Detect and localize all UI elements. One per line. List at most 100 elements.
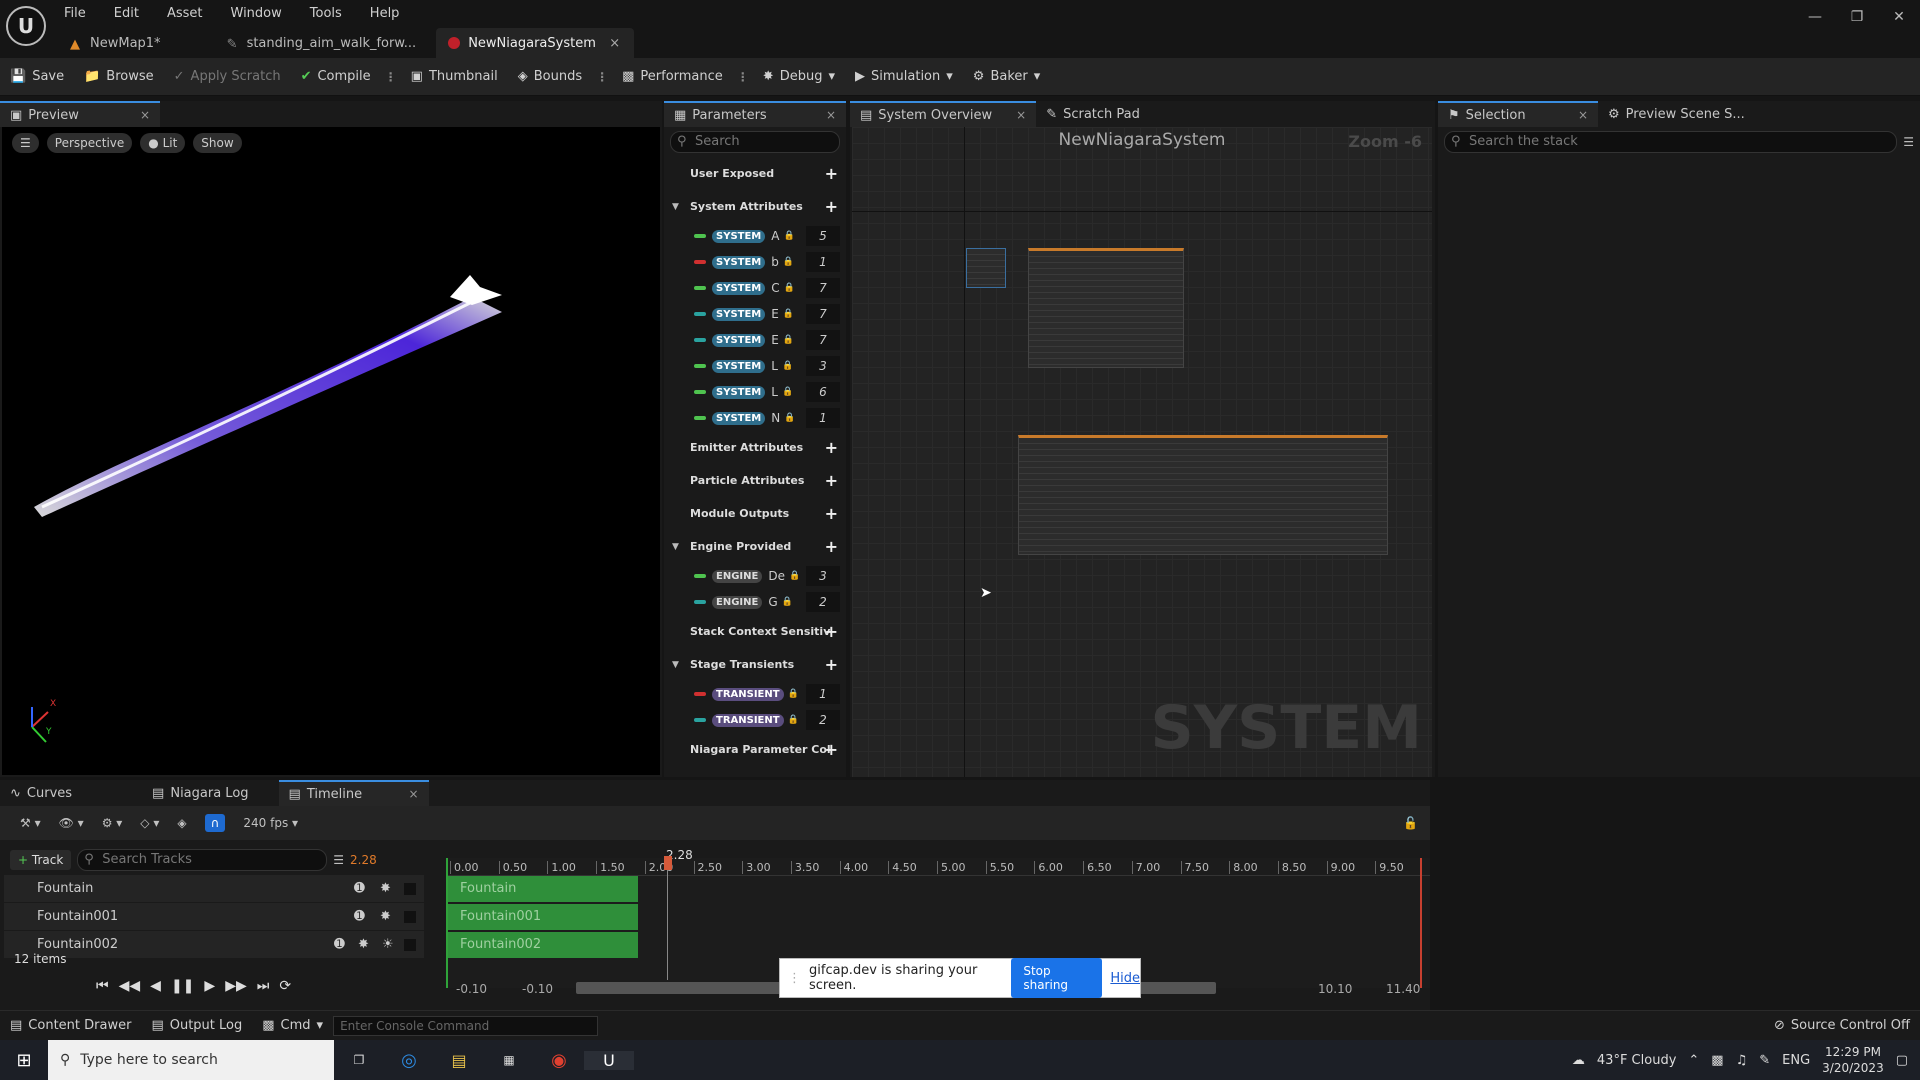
parameter-row[interactable]: TRANSIENT 🔒 2 bbox=[664, 707, 846, 733]
close-window-icon[interactable]: ✕ bbox=[1878, 9, 1920, 25]
doc-tab-animation[interactable]: ✎ standing_aim_walk_forw... bbox=[215, 28, 431, 58]
volume-icon[interactable]: ♫ bbox=[1736, 1053, 1748, 1068]
filter-icon[interactable]: ☰ bbox=[333, 853, 344, 867]
current-time-display[interactable]: 2.28 bbox=[350, 853, 377, 867]
cmd-dropdown[interactable]: ▩ Cmd ▾ bbox=[252, 1007, 333, 1045]
parameter-row[interactable]: ENGINE De 🔒 3 bbox=[664, 563, 846, 589]
parameter-row[interactable]: SYSTEM E 🔒 7 bbox=[664, 327, 846, 353]
simulation-button[interactable]: ▶ Simulation ▾ bbox=[845, 58, 963, 96]
notifications-icon[interactable]: ▢ bbox=[1896, 1053, 1908, 1068]
fps-dropdown[interactable]: 240 fps ▾ bbox=[243, 816, 298, 830]
close-tab-icon[interactable]: × bbox=[1578, 108, 1588, 122]
view-end[interactable]: 10.10 bbox=[1318, 982, 1352, 996]
track-clip-fountain002[interactable]: Fountain002 bbox=[448, 932, 638, 958]
output-log-button[interactable]: ▤ Output Log bbox=[141, 1007, 252, 1045]
menu-file[interactable]: File bbox=[64, 6, 86, 21]
parameter-row[interactable]: SYSTEM L 🔒 3 bbox=[664, 353, 846, 379]
collapse-icon[interactable]: ▼ bbox=[672, 660, 679, 670]
performance-options-icon[interactable]: ⋮ bbox=[733, 70, 753, 84]
add-parameter-icon[interactable]: + bbox=[825, 537, 838, 556]
apply-scratch-button[interactable]: ✓ Apply Scratch bbox=[164, 58, 291, 96]
language-indicator[interactable]: ENG bbox=[1782, 1053, 1810, 1068]
browse-button[interactable]: 📁 Browse bbox=[74, 58, 164, 96]
close-tab-icon[interactable]: × bbox=[408, 787, 418, 801]
tab-curves[interactable]: ∿ Curves bbox=[0, 780, 82, 806]
hide-link[interactable]: Hide bbox=[1110, 971, 1140, 986]
add-parameter-icon[interactable]: + bbox=[825, 438, 838, 457]
tab-system-overview[interactable]: ▤ System Overview × bbox=[850, 101, 1037, 127]
system-graph-canvas[interactable]: NewNiagaraSystem Zoom -6 SYSTEM ➤ bbox=[852, 127, 1432, 777]
visibility-icon[interactable]: 👁 ▾ bbox=[59, 816, 84, 830]
pen-icon[interactable]: ✎ bbox=[1759, 1053, 1770, 1068]
playhead-handle[interactable] bbox=[664, 856, 672, 870]
close-tab-icon[interactable]: × bbox=[609, 36, 620, 51]
lock-icon[interactable]: 🔓 bbox=[1403, 816, 1418, 830]
tab-timeline[interactable]: ▤ Timeline × bbox=[278, 780, 429, 806]
jump-start-icon[interactable]: ⏮ bbox=[96, 978, 109, 994]
color-swatch[interactable] bbox=[404, 938, 416, 951]
track-row[interactable]: Fountain002 ➊ ✸ ☀ bbox=[4, 931, 424, 959]
range-start[interactable]: -0.10 bbox=[456, 982, 487, 996]
tab-selection[interactable]: ⚑ Selection × bbox=[1438, 101, 1598, 127]
tab-niagara-log[interactable]: ▤ Niagara Log bbox=[142, 780, 258, 806]
parameter-row[interactable]: SYSTEM L 🔒 6 bbox=[664, 379, 846, 405]
snap-magnet-icon[interactable]: ∩ bbox=[204, 814, 226, 832]
filter-icon[interactable]: ☰ bbox=[1903, 135, 1914, 149]
network-icon[interactable]: ▩ bbox=[1711, 1053, 1723, 1068]
light-bulb-icon[interactable]: ☀ bbox=[382, 937, 394, 952]
add-parameter-icon[interactable]: + bbox=[825, 740, 838, 759]
restore-icon[interactable]: ❐ bbox=[1836, 9, 1878, 25]
windows-start-icon[interactable]: ⊞ bbox=[0, 1050, 48, 1071]
keyframe-icon[interactable]: ◈ bbox=[177, 816, 186, 830]
collapse-icon[interactable]: ▼ bbox=[672, 202, 679, 212]
task-view-icon[interactable]: ❐ bbox=[334, 1053, 384, 1067]
parameter-row[interactable]: SYSTEM E 🔒 7 bbox=[664, 301, 846, 327]
add-parameter-icon[interactable]: + bbox=[825, 471, 838, 490]
close-tab-icon[interactable]: × bbox=[1016, 108, 1026, 122]
pause-icon[interactable]: ❚❚ bbox=[171, 978, 194, 994]
store-icon[interactable]: ▦ bbox=[484, 1053, 534, 1067]
color-swatch[interactable] bbox=[404, 910, 416, 923]
isolate-icon[interactable]: ✸ bbox=[380, 881, 391, 896]
drag-handle-icon[interactable]: ⋮ bbox=[788, 971, 801, 986]
parameter-row[interactable]: SYSTEM b 🔒 1 bbox=[664, 249, 846, 275]
minimize-icon[interactable]: — bbox=[1794, 9, 1836, 25]
key-icon[interactable]: ◇ ▾ bbox=[140, 816, 159, 830]
tab-scratch-pad[interactable]: ✎ Scratch Pad bbox=[1036, 101, 1150, 127]
tab-preview[interactable]: ▣ Preview × bbox=[0, 101, 160, 127]
add-parameter-icon[interactable]: + bbox=[825, 655, 838, 674]
menu-tools[interactable]: Tools bbox=[310, 6, 342, 21]
step-back-icon[interactable]: ◀ bbox=[150, 978, 161, 994]
category-system-attributes[interactable]: ▼ System Attributes + bbox=[664, 190, 846, 223]
stack-search-input[interactable]: ⚲ Search the stack bbox=[1444, 131, 1898, 153]
category-niagara-parameter-collection[interactable]: Niagara Parameter Col + bbox=[664, 733, 846, 766]
category-stage-transients[interactable]: ▼ Stage Transients + bbox=[664, 648, 846, 681]
category-emitter-attributes[interactable]: Emitter Attributes + bbox=[664, 431, 846, 464]
emitter-node-group-1[interactable] bbox=[1028, 248, 1184, 368]
category-user-exposed[interactable]: User Exposed + bbox=[664, 157, 846, 190]
view-start[interactable]: -0.10 bbox=[522, 982, 553, 996]
isolate-icon[interactable]: ✸ bbox=[380, 909, 391, 924]
collapse-icon[interactable]: ▼ bbox=[672, 542, 679, 552]
close-tab-icon[interactable]: × bbox=[140, 108, 150, 122]
tab-preview-scene-settings[interactable]: ⚙ Preview Scene S... bbox=[1598, 101, 1755, 127]
playback-options-icon[interactable]: ⚙ ▾ bbox=[102, 816, 123, 830]
range-end[interactable]: 11.40 bbox=[1386, 982, 1420, 996]
preview-viewport[interactable]: ☰ Perspective ● Lit Show X Y bbox=[2, 127, 660, 775]
weather-text[interactable]: 43°F Cloudy bbox=[1597, 1053, 1676, 1068]
menu-window[interactable]: Window bbox=[231, 6, 282, 21]
system-node[interactable] bbox=[966, 248, 1006, 288]
file-explorer-icon[interactable]: ▤ bbox=[434, 1051, 484, 1070]
parameter-row[interactable]: ENGINE G 🔒 2 bbox=[664, 589, 846, 615]
chrome-icon[interactable]: ◉ bbox=[534, 1050, 584, 1071]
category-module-outputs[interactable]: Module Outputs + bbox=[664, 497, 846, 530]
track-clip-fountain001[interactable]: Fountain001 bbox=[448, 904, 638, 930]
category-stack-context[interactable]: Stack Context Sensitiv + bbox=[664, 615, 846, 648]
console-command-input[interactable]: Enter Console Command bbox=[333, 1015, 599, 1036]
parameters-search-input[interactable]: ⚲ Search bbox=[670, 131, 840, 153]
color-swatch[interactable] bbox=[404, 882, 416, 895]
taskbar-search-input[interactable]: ⚲ Type here to search bbox=[48, 1040, 334, 1080]
pin-icon[interactable]: ➊ bbox=[354, 881, 365, 896]
doc-tab-niagara-system[interactable]: NewNiagaraSystem × bbox=[436, 28, 635, 58]
track-clip-fountain[interactable]: Fountain bbox=[448, 876, 638, 902]
